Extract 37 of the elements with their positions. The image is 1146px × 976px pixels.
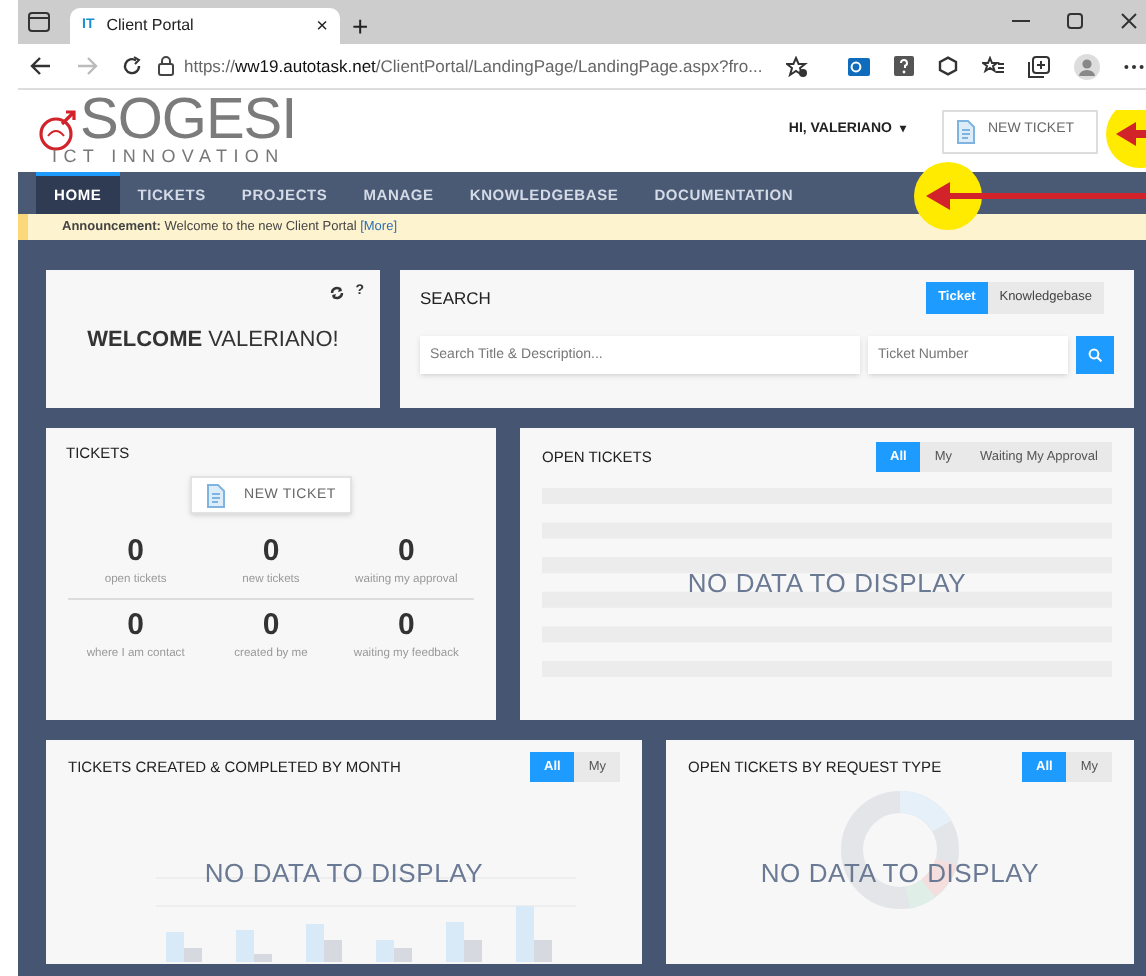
help-extension-icon[interactable] (894, 56, 914, 76)
lock-icon (158, 56, 174, 76)
logo-emblem-icon (38, 109, 78, 153)
tab-title: Client Portal (106, 14, 196, 38)
empty-state-text: NO DATA TO DISPLAY (204, 855, 484, 892)
stat-value: 0 (262, 607, 280, 642)
tab-actions-icon[interactable] (28, 12, 50, 32)
card-title: SEARCH (420, 286, 491, 312)
extension-icon[interactable] (938, 56, 958, 76)
more-menu-icon[interactable] (1124, 63, 1144, 69)
favorite-add-icon[interactable] (786, 55, 808, 77)
stat-value: 0 (262, 534, 280, 569)
url-text: https://ww19.autotask.net/ClientPortal/LandingPage/LandingPage.aspx?fro... (184, 53, 763, 79)
search-button[interactable] (1076, 336, 1114, 374)
close-icon[interactable] (1120, 12, 1138, 30)
refresh-icon[interactable] (122, 56, 142, 76)
stat-value: 0 (127, 534, 144, 569)
back-icon[interactable] (30, 56, 52, 76)
welcome-heading: WELCOME VALERIANO! (87, 326, 339, 357)
logo-subtitle: ICT INNOVATION (52, 148, 287, 166)
refresh-icon[interactable] (329, 285, 344, 300)
stat-value: 0 (397, 534, 415, 569)
document-icon (956, 119, 976, 143)
stat-value: 0 (127, 607, 144, 642)
search-icon (1088, 348, 1102, 362)
document-icon (205, 483, 226, 508)
profile-avatar-icon[interactable] (1074, 53, 1100, 79)
logo-text: SOGESI (80, 96, 297, 144)
empty-state-text: NO DATA TO DISPLAY (687, 565, 967, 602)
collections-icon[interactable] (1028, 55, 1050, 77)
favorites-icon[interactable] (982, 56, 1004, 76)
mail-extension-icon[interactable] (848, 55, 870, 77)
new-tab-button[interactable]: + (352, 12, 369, 40)
maximize-icon[interactable] (1066, 12, 1084, 30)
stat-value: 0 (397, 607, 415, 642)
empty-state-text: NO DATA TO DISPLAY (760, 855, 1040, 892)
tab-close-button[interactable]: × (316, 11, 328, 41)
